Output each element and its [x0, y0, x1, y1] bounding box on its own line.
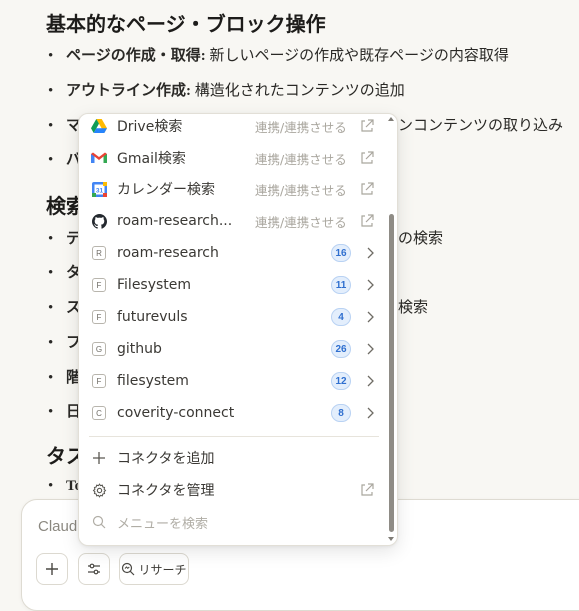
tool-count-badge: 12 [331, 372, 351, 390]
github-icon [91, 213, 107, 229]
menu-item-coverity-connect[interactable]: C coverity-connect 8 [85, 398, 381, 428]
external-link-icon [361, 182, 374, 195]
letter-f-icon: F [91, 309, 107, 325]
gmail-icon [91, 150, 107, 166]
google-calendar-icon: 31 [91, 181, 107, 197]
letter-r-icon: R [91, 245, 107, 261]
chevron-right-icon [367, 407, 374, 419]
menu-item-filesystem-lower[interactable]: F filesystem 12 [85, 366, 381, 396]
menu-search-input[interactable]: メニューを検索 [85, 507, 381, 537]
gear-icon [91, 482, 107, 498]
composer-placeholder[interactable]: Claud [38, 518, 77, 535]
google-drive-icon [91, 118, 107, 134]
list-item-tail: ンコンテンツの取り込み [398, 118, 564, 134]
chevron-right-icon [367, 311, 374, 323]
tool-count-badge: 4 [331, 308, 351, 326]
letter-c-icon: C [91, 405, 107, 421]
add-attachment-button[interactable] [36, 553, 68, 585]
list-item: • 階 [48, 370, 82, 386]
scroll-down-arrow-icon[interactable] [388, 537, 394, 541]
list-item: • バ [48, 152, 82, 168]
tool-count-badge: 8 [331, 404, 351, 422]
menu-divider [89, 436, 379, 437]
menu-item-roam-research-connector[interactable]: roam-research... 連携/連携させる [85, 206, 381, 236]
chevron-right-icon [367, 375, 374, 387]
list-item-tail: 検索 [398, 300, 429, 316]
list-item: • フ [48, 335, 82, 351]
list-item: • マ [48, 118, 82, 134]
sliders-icon [88, 563, 100, 575]
chevron-right-icon [367, 279, 374, 291]
list-item: • ス [48, 300, 82, 316]
menu-item-gmail-search[interactable]: Gmail検索 連携/連携させる [85, 143, 381, 173]
tool-count-badge: 26 [331, 340, 351, 358]
external-link-icon [361, 483, 374, 496]
letter-f-icon: F [91, 373, 107, 389]
research-label: リサーチ [138, 562, 187, 577]
menu-item-futurevuls[interactable]: F futurevuls 4 [85, 302, 381, 332]
research-button[interactable]: リサーチ [119, 553, 189, 585]
tool-count-badge: 11 [331, 276, 351, 294]
menu-item-calendar-search[interactable]: 31 カレンダー検索 連携/連携させる [85, 174, 381, 204]
list-item: • タ [48, 265, 82, 281]
chevron-right-icon [367, 247, 374, 259]
svg-text:31: 31 [95, 187, 103, 194]
section-heading-basic-ops: 基本的なページ・ブロック操作 [46, 14, 326, 36]
scroll-up-arrow-icon[interactable] [388, 117, 394, 121]
tool-count-badge: 16 [331, 244, 351, 262]
list-item-tail: の検索 [398, 231, 444, 247]
plus-icon [46, 563, 58, 575]
list-item: • ページの作成・取得: 新しいページの作成や既存ページの内容取得 [48, 48, 509, 64]
external-link-icon [361, 214, 374, 227]
list-item: • テ [48, 231, 82, 247]
add-connector-item[interactable]: コネクタを追加 [85, 443, 381, 473]
menu-item-github[interactable]: G github 26 [85, 334, 381, 364]
letter-f-icon: F [91, 277, 107, 293]
tools-button[interactable] [78, 553, 110, 585]
menu-item-drive-search[interactable]: Drive検索 連携/連携させる [85, 114, 381, 141]
connector-menu: Drive検索 連携/連携させる Gmail検索 連携/連携させる 31 カレン… [78, 113, 398, 546]
external-link-icon [361, 119, 374, 132]
manage-connectors-item[interactable]: コネクタを管理 [85, 475, 381, 505]
menu-scrollbar-thumb[interactable] [389, 214, 394, 532]
plus-icon [91, 450, 107, 466]
search-icon [91, 514, 107, 530]
menu-item-roam-research[interactable]: R roam-research 16 [85, 238, 381, 268]
list-item: • 日 [48, 404, 82, 420]
external-link-icon [361, 151, 374, 164]
chevron-right-icon [367, 343, 374, 355]
menu-item-filesystem-upper[interactable]: F Filesystem 11 [85, 270, 381, 300]
research-icon [122, 562, 135, 576]
letter-g-icon: G [91, 341, 107, 357]
list-item: • アウトライン作成: 構造化されたコンテンツの追加 [48, 83, 405, 99]
